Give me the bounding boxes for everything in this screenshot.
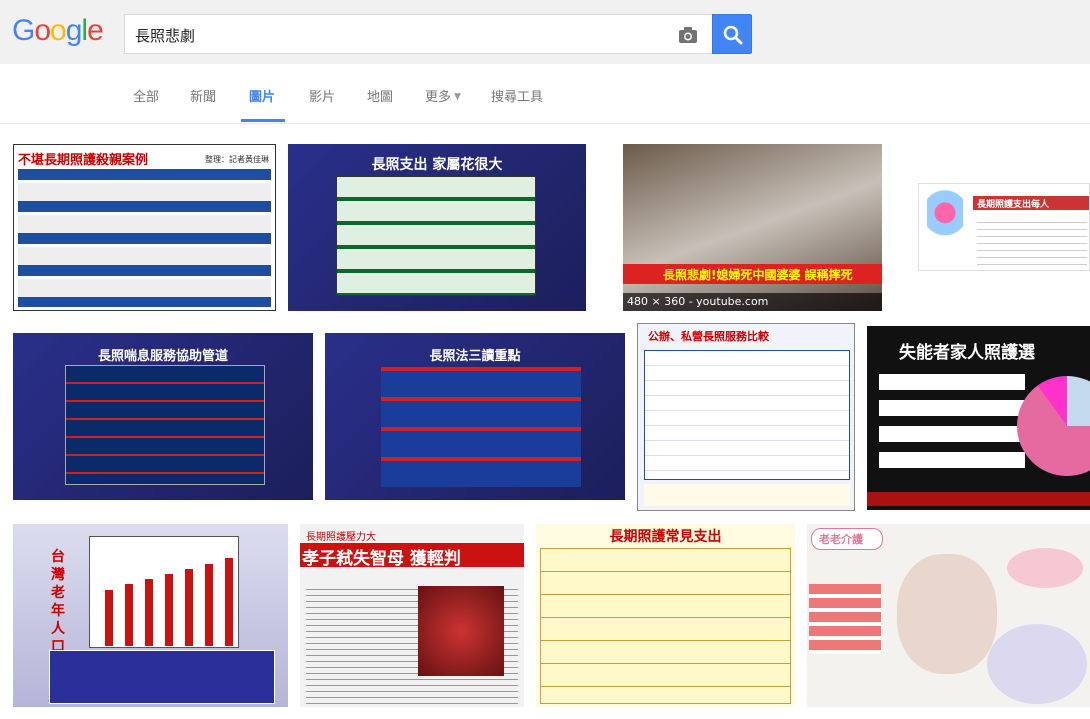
result-subtitle: 長期照護壓力大 bbox=[306, 532, 376, 543]
image-result[interactable]: 長照悲劇!媳婦死中國婆婆 誤稱摔死 480 × 360 - youtube.co… bbox=[623, 144, 882, 311]
search-button[interactable] bbox=[712, 14, 752, 54]
tab-more[interactable]: 更多 ▼ bbox=[425, 86, 461, 105]
tab-news[interactable]: 新聞 bbox=[190, 86, 216, 105]
image-result[interactable]: 公辦、私營長照服務比較 bbox=[637, 323, 855, 511]
result-title: 長期照護支出每人 bbox=[977, 200, 1050, 210]
result-title: 老老介護 bbox=[819, 533, 863, 546]
active-tab-indicator bbox=[241, 119, 285, 122]
logo-letter: o bbox=[50, 14, 67, 47]
result-subtitle: 整理：記者黃佳琳 bbox=[205, 155, 269, 164]
search-input[interactable] bbox=[135, 24, 655, 46]
image-result[interactable]: 不堪長期照護殺親案例 整理：記者黃佳琳 bbox=[13, 144, 276, 311]
result-caption: 480 × 360 - youtube.com bbox=[623, 293, 882, 311]
google-logo[interactable]: Google bbox=[12, 14, 104, 48]
image-result[interactable]: 長期照護常見支出 bbox=[536, 524, 795, 707]
camera-icon[interactable] bbox=[678, 26, 698, 44]
tab-more-label: 更多 bbox=[425, 90, 452, 105]
caret-down-icon: ▼ bbox=[454, 92, 461, 102]
search-icon bbox=[723, 25, 743, 45]
search-box bbox=[124, 14, 712, 54]
image-result[interactable]: 長期照護支出每人 bbox=[918, 183, 1090, 271]
result-title: 長照悲劇!媳婦死中國婆婆 誤稱摔死 bbox=[663, 268, 853, 282]
image-result[interactable]: 失能者家人照護選 bbox=[867, 326, 1090, 510]
logo-letter: o bbox=[34, 14, 51, 47]
image-result[interactable]: 長照法三讀重點 bbox=[325, 333, 625, 500]
result-title: 長照支出 家屬花很大 bbox=[371, 157, 503, 173]
logo-letter: e bbox=[87, 14, 104, 47]
logo-letter: G bbox=[12, 14, 35, 47]
result-title: 長照法三讀重點 bbox=[429, 349, 521, 364]
tab-maps[interactable]: 地圖 bbox=[367, 86, 393, 105]
image-result[interactable]: 台灣老年人口 bbox=[13, 524, 288, 707]
logo-letter: g bbox=[65, 14, 83, 47]
tab-bar: 全部 新聞 圖片 影片 地圖 更多 ▼ 搜尋工具 bbox=[0, 64, 1090, 124]
tab-videos[interactable]: 影片 bbox=[309, 86, 335, 105]
image-result[interactable]: 長照支出 家屬花很大 bbox=[288, 144, 586, 311]
result-title: 公辦、私營長照服務比較 bbox=[648, 330, 769, 343]
header-bar: Google bbox=[0, 0, 1090, 64]
result-title: 長期照護常見支出 bbox=[609, 529, 722, 545]
tab-images[interactable]: 圖片 bbox=[249, 86, 275, 105]
result-title: 不堪長期照護殺親案例 bbox=[18, 153, 149, 168]
tab-all[interactable]: 全部 bbox=[133, 86, 159, 105]
image-result[interactable]: 長期照護壓力大 孝子弒失智母 獲輕判 bbox=[300, 524, 524, 707]
result-title: 台灣老年人口 bbox=[51, 549, 65, 655]
result-title: 孝子弒失智母 獲輕判 bbox=[302, 549, 461, 569]
image-result[interactable]: 老老介護 bbox=[807, 524, 1090, 707]
result-title: 失能者家人照護選 bbox=[899, 343, 1035, 363]
tab-search-tools[interactable]: 搜尋工具 bbox=[491, 86, 543, 105]
image-result[interactable]: 長照喘息服務協助管道 bbox=[13, 333, 313, 500]
result-title: 長照喘息服務協助管道 bbox=[97, 349, 228, 364]
